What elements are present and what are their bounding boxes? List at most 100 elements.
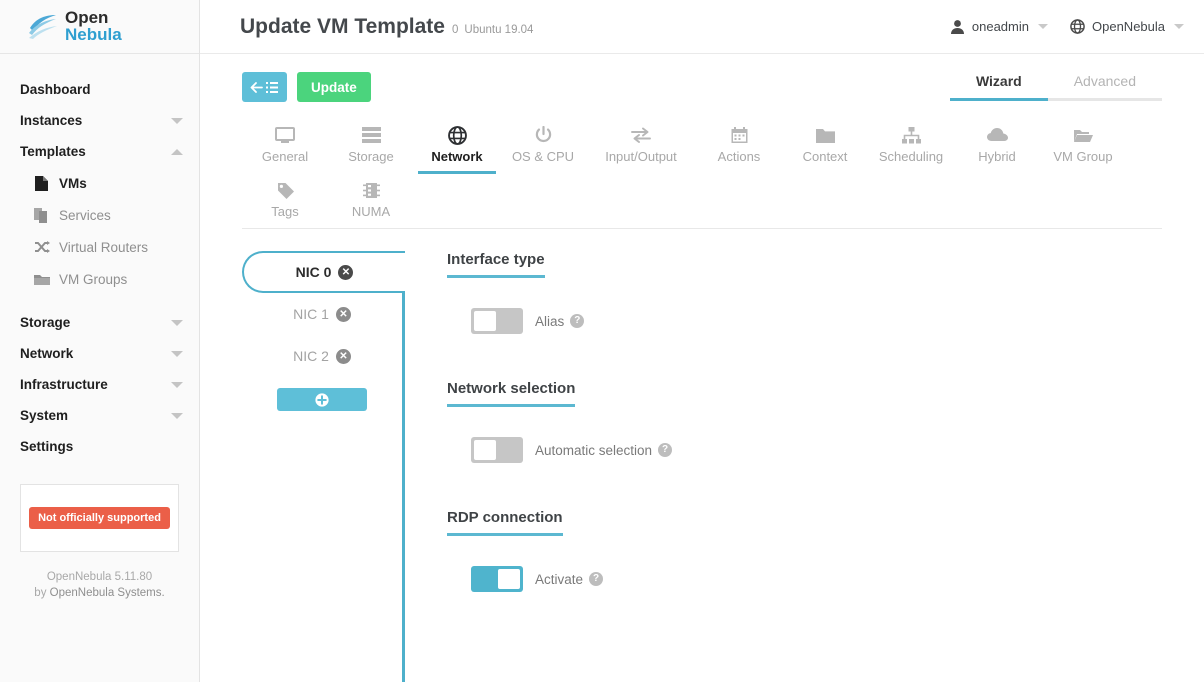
help-icon[interactable]: ?	[570, 314, 585, 328]
alias-toggle[interactable]	[471, 308, 523, 334]
header-right: oneadmin OpenNebula	[950, 19, 1184, 34]
byline-prefix: by	[34, 586, 50, 599]
toggle-knob	[474, 311, 496, 331]
nic-form: Interface type Alias ? Network selection	[402, 251, 1162, 682]
section-rdp-connection: RDP connection Activate ?	[447, 509, 1162, 592]
help-icon[interactable]: ?	[658, 443, 673, 457]
sidebar-item-settings[interactable]: Settings	[0, 431, 199, 462]
nic-tab-2[interactable]: NIC 2 ✕	[242, 335, 402, 377]
sidebar-item-instances[interactable]: Instances	[0, 105, 199, 136]
section-heading: Network selection	[447, 380, 576, 407]
sidebar-item-services[interactable]: Services	[0, 199, 199, 231]
section-interface-type: Interface type Alias ?	[447, 251, 1162, 334]
app-root: Open Nebula Dashboard Instances Template…	[0, 0, 1204, 682]
tab-network[interactable]: Network	[414, 118, 500, 174]
tab-label: General	[261, 149, 309, 164]
power-icon	[535, 123, 552, 147]
support-box: Not officially supported	[20, 484, 179, 552]
sidebar-item-vms[interactable]: VMs	[0, 167, 199, 199]
tab-advanced[interactable]: Advanced	[1047, 73, 1162, 101]
tab-input-output[interactable]: Input/Output	[586, 118, 696, 173]
zone-name: OpenNebula	[1092, 19, 1165, 34]
zone-menu[interactable]: OpenNebula	[1070, 19, 1184, 34]
tab-os-cpu[interactable]: OS & CPU	[500, 118, 586, 173]
tab-general[interactable]: General	[242, 118, 328, 173]
sidebar-item-infrastructure[interactable]: Infrastructure	[0, 369, 199, 400]
rdp-activate-toggle[interactable]	[471, 566, 523, 592]
tab-label: Network	[431, 149, 483, 164]
tab-storage[interactable]: Storage	[328, 118, 414, 173]
sidebar-item-virtual-routers[interactable]: Virtual Routers	[0, 231, 199, 263]
folder-open-icon	[1073, 123, 1093, 147]
tab-numa[interactable]: NUMA	[328, 173, 414, 228]
opennebula-logo-icon	[29, 14, 57, 39]
sidebar-item-vm-groups[interactable]: VM Groups	[0, 263, 199, 295]
tab-context[interactable]: Context	[782, 118, 868, 173]
rdp-activate-toggle-row: Activate ?	[447, 566, 1162, 592]
opennebula-logo[interactable]: Open Nebula	[28, 9, 122, 43]
template-id: 0	[451, 23, 459, 36]
tab-tags[interactable]: Tags	[242, 173, 328, 228]
tab-hybrid[interactable]: Hybrid	[954, 118, 1040, 173]
tab-label: Scheduling	[878, 149, 944, 164]
shuffle-icon	[33, 240, 50, 255]
sidebar: Open Nebula Dashboard Instances Template…	[0, 0, 200, 682]
sidebar-item-label: VM Groups	[59, 271, 128, 287]
nic-tab-0[interactable]: NIC 0 ✕	[242, 251, 405, 293]
folder-icon	[815, 123, 835, 147]
version-number: OpenNebula 5.11.80	[46, 571, 153, 583]
chevron-up-icon	[171, 148, 183, 155]
sidebar-nav: Dashboard Instances Templates VMs Servic…	[0, 54, 199, 462]
file-icon	[33, 175, 50, 191]
tab-label: Context	[802, 149, 848, 164]
tab-scheduling[interactable]: Scheduling	[868, 118, 954, 173]
sidebar-item-label: Templates	[20, 144, 86, 159]
tab-vm-group[interactable]: VM Group	[1040, 118, 1126, 173]
content-area: Update Wizard Advanced General Storage N…	[200, 54, 1204, 682]
section-heading: RDP connection	[447, 509, 563, 536]
sidebar-item-label: Network	[20, 346, 74, 361]
tag-icon	[276, 178, 294, 202]
tab-label: Hybrid	[978, 149, 1016, 164]
sidebar-item-dashboard[interactable]: Dashboard	[0, 74, 199, 105]
sitemap-icon	[901, 123, 921, 147]
tab-label: Tags	[271, 204, 299, 219]
update-button[interactable]: Update	[297, 72, 371, 102]
sidebar-item-network[interactable]: Network	[0, 338, 199, 369]
user-icon	[950, 20, 964, 34]
sidebar-item-templates[interactable]: Templates	[0, 136, 199, 167]
tab-wizard[interactable]: Wizard	[949, 73, 1048, 101]
chevron-down-icon	[171, 350, 183, 357]
automatic-selection-toggle-row: Automatic selection ?	[447, 437, 1162, 463]
add-nic-button[interactable]	[277, 388, 367, 411]
template-name: Ubuntu 19.04	[464, 23, 534, 36]
nic-tab-label: NIC 2	[293, 348, 329, 364]
toggle-knob	[498, 569, 520, 589]
version-byline: by OpenNebula Systems.	[0, 586, 199, 602]
remove-nic-icon[interactable]: ✕	[338, 264, 354, 280]
tab-actions[interactable]: Actions	[696, 118, 782, 173]
sidebar-item-label: Instances	[20, 113, 83, 128]
memory-icon	[362, 178, 380, 202]
back-to-list-button[interactable]	[242, 72, 287, 102]
section-tabs: General Storage Network OS & CPU Input/O…	[242, 104, 1162, 229]
sidebar-item-label: Infrastructure	[20, 377, 108, 392]
toggle-knob	[474, 440, 496, 460]
add-nic-icon	[315, 392, 329, 407]
remove-nic-icon[interactable]: ✕	[335, 348, 351, 364]
sidebar-item-storage[interactable]: Storage	[0, 307, 199, 338]
globe-icon	[447, 123, 467, 147]
logo-area[interactable]: Open Nebula	[0, 0, 199, 54]
exchange-icon	[631, 123, 651, 147]
user-menu[interactable]: oneadmin	[950, 19, 1048, 34]
help-icon[interactable]: ?	[589, 572, 604, 586]
calendar-icon	[731, 123, 748, 147]
nic-tab-1[interactable]: NIC 1 ✕	[242, 293, 402, 335]
automatic-selection-toggle[interactable]	[471, 437, 523, 463]
sidebar-item-system[interactable]: System	[0, 400, 199, 431]
page-title: Update VM Template 0 Ubuntu 19.04	[240, 15, 533, 39]
sidebar-item-label: Virtual Routers	[59, 239, 149, 255]
remove-nic-icon[interactable]: ✕	[335, 306, 351, 322]
automatic-selection-toggle-label: Automatic selection ?	[535, 443, 673, 458]
copy-icon	[33, 207, 50, 223]
